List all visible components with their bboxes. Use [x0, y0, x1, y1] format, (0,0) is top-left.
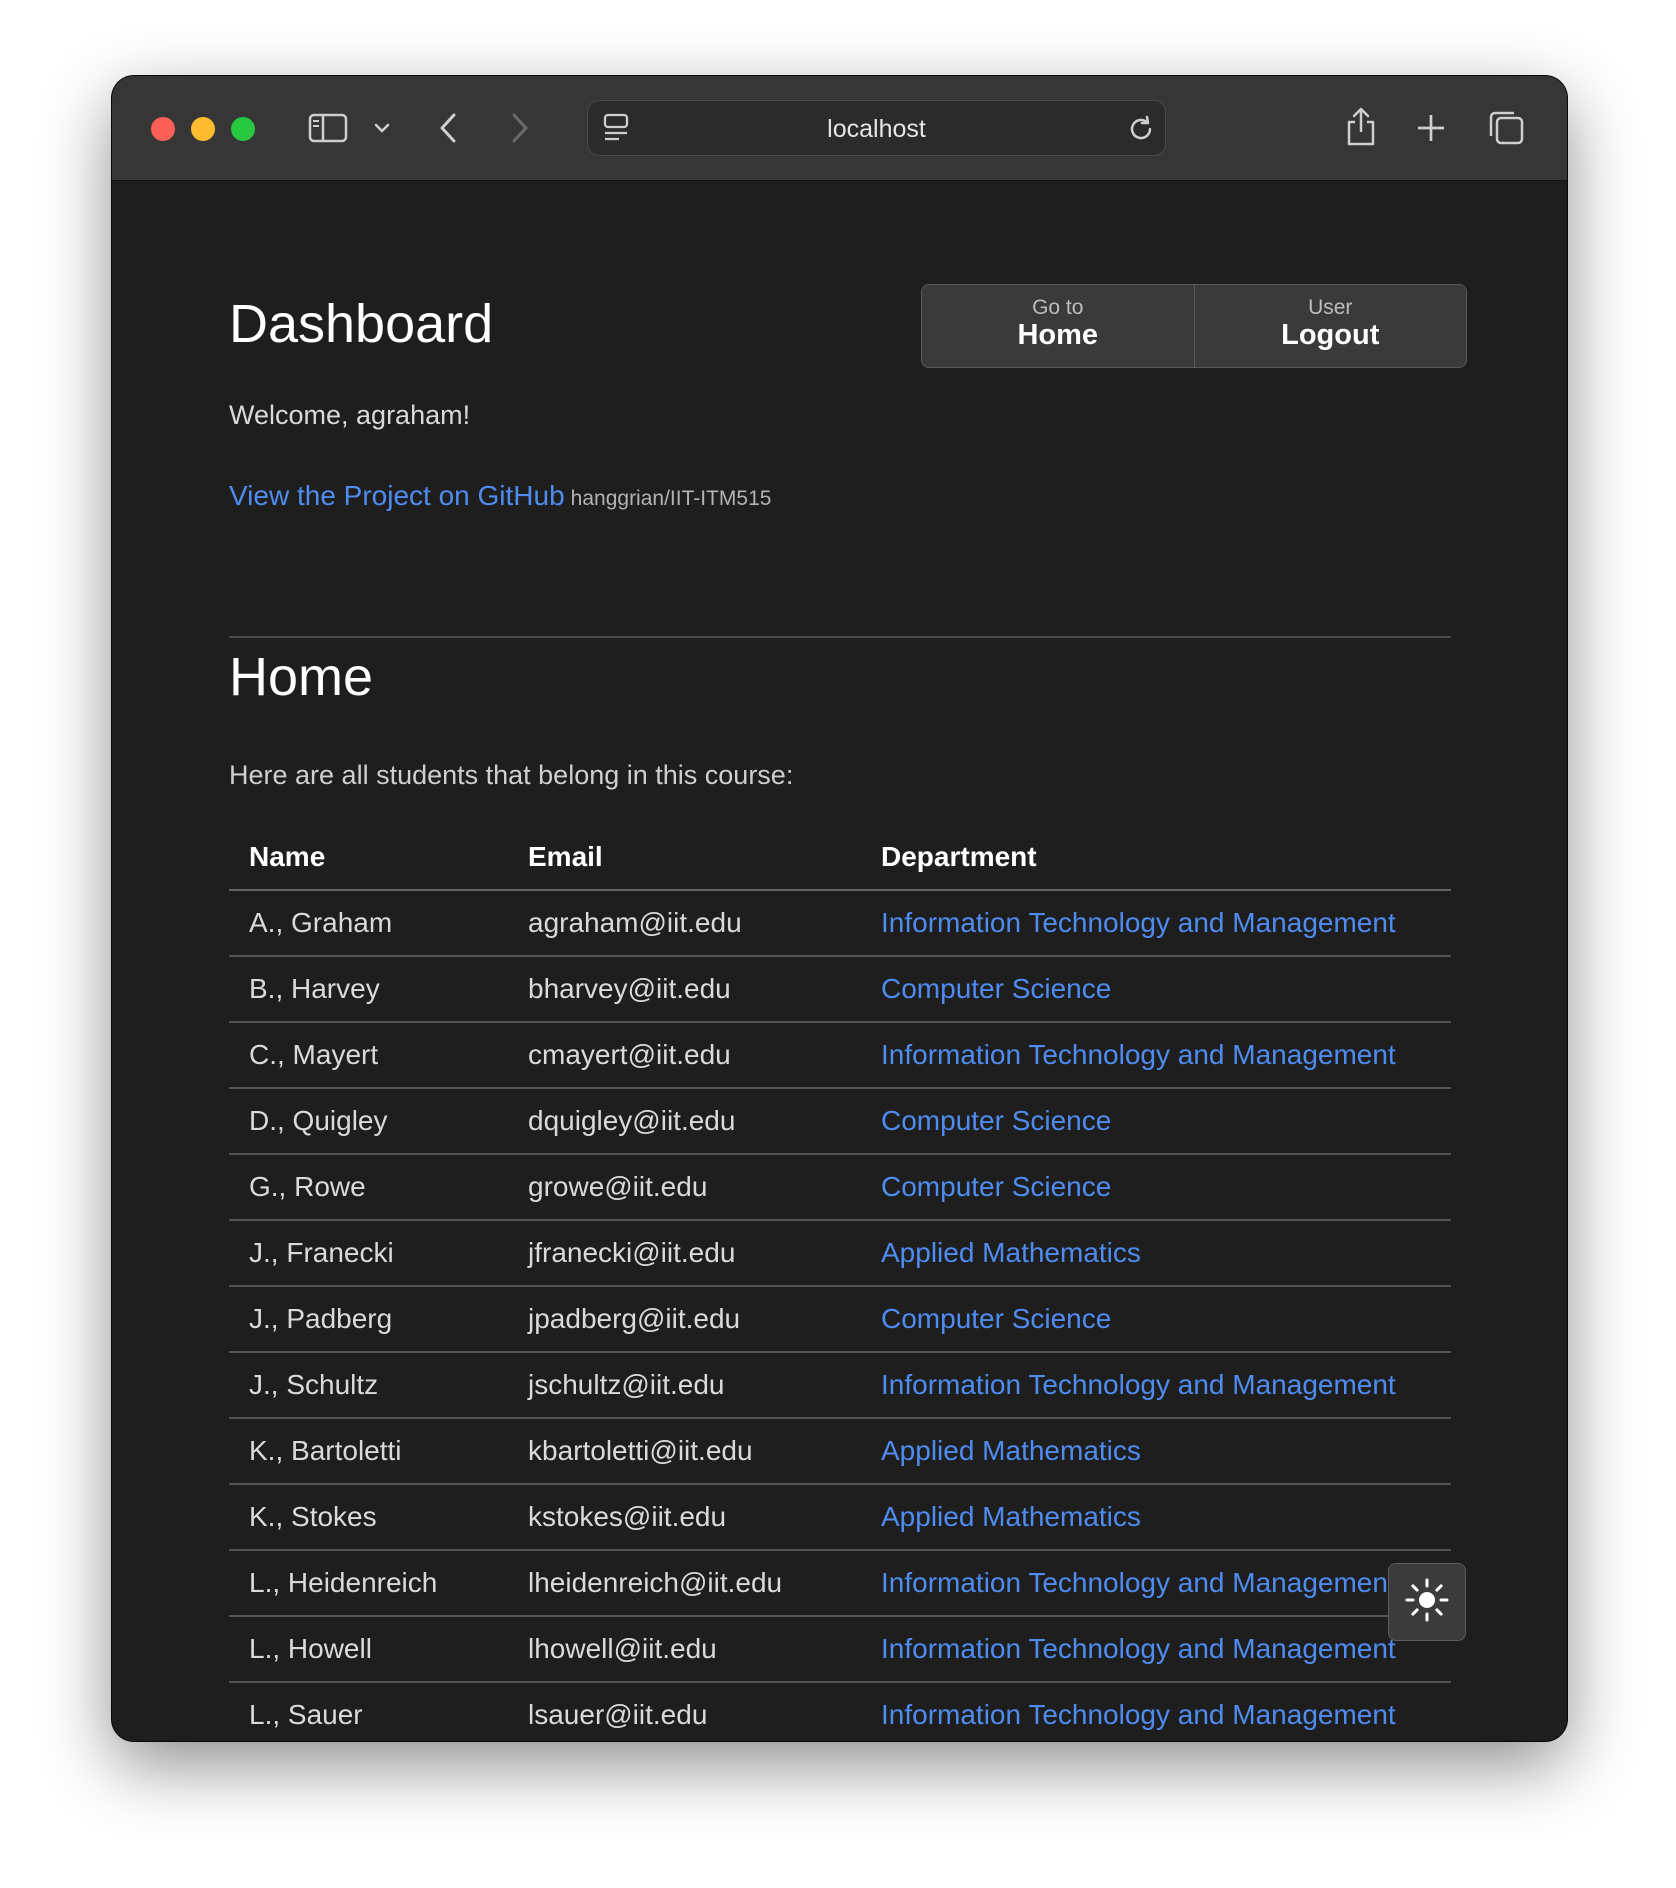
- go-home-button[interactable]: Go to Home: [922, 285, 1194, 367]
- table-row: L., Heidenreich lheidenreich@iit.edu Infor…: [229, 1550, 1451, 1617]
- github-repo: hanggrian/IIT-ITM515: [570, 487, 772, 510]
- back-icon[interactable]: [434, 110, 464, 146]
- student-email: lheidenreich@iit.edu: [508, 1550, 861, 1617]
- student-email: agraham@iit.edu: [508, 890, 861, 957]
- forward-icon[interactable]: [504, 110, 534, 146]
- divider: [229, 636, 1451, 638]
- student-name: C., Mayert: [229, 1022, 508, 1089]
- student-name: J., Padberg: [229, 1286, 508, 1353]
- table-row: K., Stokes kstokes@iit.edu Applied Mathema…: [229, 1484, 1451, 1551]
- student-name: B., Harvey: [229, 956, 508, 1023]
- table-row: G., Rowe growe@iit.edu Computer Science: [229, 1154, 1451, 1221]
- table-row: J., Schultz jschultz@iit.edu Information T…: [229, 1352, 1451, 1419]
- student-email: kstokes@iit.edu: [508, 1484, 861, 1551]
- student-email: bharvey@iit.edu: [508, 956, 861, 1023]
- student-email: growe@iit.edu: [508, 1154, 861, 1221]
- welcome-message: Welcome, agraham!: [229, 400, 471, 430]
- new-tab-icon[interactable]: [1415, 112, 1447, 144]
- logout-button[interactable]: User Logout: [1193, 285, 1467, 367]
- page-title: Dashboard: [229, 294, 494, 354]
- table-row: C., Mayert cmayert@iit.edu Information Tec…: [229, 1022, 1451, 1089]
- student-department[interactable]: Applied Mathematics: [861, 1484, 1451, 1551]
- share-icon[interactable]: [1343, 106, 1379, 148]
- table-row: L., Sauer lsauer@iit.edu Information Techn…: [229, 1682, 1451, 1741]
- table-row: K., Bartoletti kbartoletti@iit.edu Applied…: [229, 1418, 1451, 1485]
- table-row: B., Harvey bharvey@iit.edu Computer Scienc…: [229, 956, 1451, 1023]
- student-department[interactable]: Computer Science: [861, 1154, 1451, 1221]
- student-department[interactable]: Computer Science: [861, 1286, 1451, 1353]
- column-header-email: Email: [508, 825, 861, 891]
- student-email: jschultz@iit.edu: [508, 1352, 861, 1419]
- address-text: localhost: [827, 115, 926, 143]
- theme-toggle-button[interactable]: [1388, 1563, 1466, 1641]
- student-name: D., Quigley: [229, 1088, 508, 1155]
- address-bar[interactable]: localhost: [587, 100, 1166, 156]
- table-row: J., Franecki jfranecki@iit.edu Applied Mat…: [229, 1220, 1451, 1287]
- student-email: dquigley@iit.edu: [508, 1088, 861, 1155]
- student-email: jfranecki@iit.edu: [508, 1220, 861, 1287]
- chevron-down-icon[interactable]: [372, 118, 392, 138]
- close-window-button[interactable]: [151, 117, 175, 141]
- tab-overview-icon[interactable]: [1487, 110, 1525, 146]
- logout-label: Logout: [1281, 319, 1380, 351]
- students-table: Name Email Department A., Graham agraham@…: [229, 825, 1451, 1741]
- student-department[interactable]: Applied Mathematics: [861, 1220, 1451, 1287]
- browser-toolbar: localhost: [112, 76, 1567, 181]
- browser-window: localhost Dashboard Go to Home User Logo…: [112, 76, 1567, 1741]
- logout-caption: User: [1308, 296, 1353, 319]
- student-department[interactable]: Information Technology and Management: [861, 1022, 1451, 1089]
- go-home-caption: Go to: [1032, 296, 1084, 319]
- student-name: A., Graham: [229, 890, 508, 957]
- student-email: lsauer@iit.edu: [508, 1682, 861, 1741]
- go-home-label: Home: [1017, 319, 1099, 351]
- table-row: D., Quigley dquigley@iit.edu Computer Scie…: [229, 1088, 1451, 1155]
- student-name: K., Bartoletti: [229, 1418, 508, 1485]
- student-name: G., Rowe: [229, 1154, 508, 1221]
- student-department[interactable]: Information Technology and Management: [861, 1616, 1451, 1683]
- student-name: L., Sauer: [229, 1682, 508, 1741]
- section-title: Home: [229, 647, 374, 707]
- student-email: jpadberg@iit.edu: [508, 1286, 861, 1353]
- student-email: kbartoletti@iit.edu: [508, 1418, 861, 1485]
- student-name: J., Franecki: [229, 1220, 508, 1287]
- student-department[interactable]: Information Technology and Management: [861, 890, 1451, 957]
- github-line: View the Project on GitHub hanggrian/IIT-…: [229, 480, 771, 512]
- student-email: cmayert@iit.edu: [508, 1022, 861, 1089]
- student-department[interactable]: Information Technology and Management: [861, 1550, 1451, 1617]
- student-name: L., Howell: [229, 1616, 508, 1683]
- github-link[interactable]: View the Project on GitHub: [229, 480, 565, 511]
- column-header-name: Name: [229, 825, 508, 891]
- section-intro: Here are all students that belong in thi…: [229, 760, 794, 790]
- student-name: J., Schultz: [229, 1352, 508, 1419]
- student-department[interactable]: Information Technology and Management: [861, 1352, 1451, 1419]
- student-department[interactable]: Computer Science: [861, 956, 1451, 1023]
- sidebar-icon[interactable]: [308, 112, 348, 144]
- table-row: L., Howell lhowell@iit.edu Information Tec…: [229, 1616, 1451, 1683]
- student-name: L., Heidenreich: [229, 1550, 508, 1617]
- student-name: K., Stokes: [229, 1484, 508, 1551]
- student-department[interactable]: Computer Science: [861, 1088, 1451, 1155]
- nav-button-group: Go to Home User Logout: [921, 284, 1467, 368]
- maximize-window-button[interactable]: [231, 117, 255, 141]
- minimize-window-button[interactable]: [191, 117, 215, 141]
- student-department[interactable]: Applied Mathematics: [861, 1418, 1451, 1485]
- student-department[interactable]: Information Technology and Management: [861, 1682, 1451, 1741]
- table-row: J., Padberg jpadberg@iit.edu Computer Scie…: [229, 1286, 1451, 1353]
- page-content: Dashboard Go to Home User Logout Welcome…: [112, 181, 1567, 1741]
- table-row: A., Graham agraham@iit.edu Information Tec…: [229, 890, 1451, 957]
- column-header-department: Department: [861, 825, 1451, 891]
- student-email: lhowell@iit.edu: [508, 1616, 861, 1683]
- sun-icon: [1404, 1577, 1450, 1628]
- reload-icon[interactable]: [1126, 114, 1156, 144]
- table-header-row: Name Email Department: [229, 825, 1451, 891]
